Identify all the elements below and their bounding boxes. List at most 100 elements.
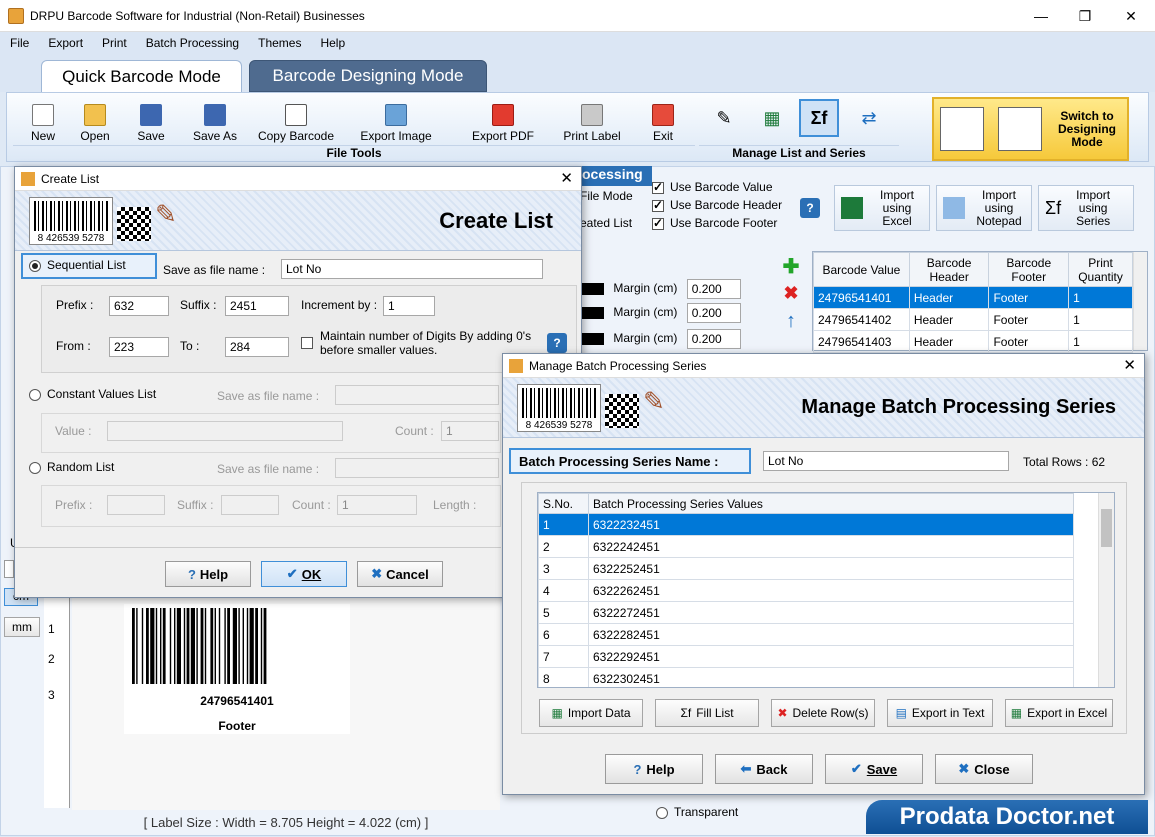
save-as-input[interactable]: Lot No [281,259,543,279]
table-row[interactable]: 24796541403 Header Footer 1 [813,330,1133,353]
create-list-help-button[interactable]: ? Help [165,561,251,587]
import-notepad-button[interactable]: Import using Notepad [936,185,1032,231]
table-row[interactable]: 8 6322302451 [538,667,1074,687]
table-row[interactable]: 1 6322232451 [538,513,1074,536]
margin-input-2[interactable]: 0.200 [686,303,741,323]
table-row[interactable]: 6 6322282451 [538,623,1074,646]
table-row[interactable]: 3 6322252451 [538,557,1074,580]
value-input[interactable] [107,421,343,441]
import-data-button[interactable]: ▦ Import Data [539,699,643,727]
tab-barcode-designing-mode[interactable]: Barcode Designing Mode [249,60,487,92]
mbps-close-x-button[interactable]: ✕ [1123,356,1136,374]
transparent-radio[interactable]: Transparent [656,805,738,819]
minimize-button[interactable]: — [1018,0,1064,32]
delete-rows-button[interactable]: ✖ Delete Row(s) [771,699,875,727]
col-print-quantity[interactable]: Print Quantity [1068,252,1133,287]
import-excel-button[interactable]: Import using Excel [834,185,930,231]
table-row[interactable]: 7 6322292451 [538,645,1074,668]
save-button[interactable]: Save [129,97,173,143]
add-row-icon[interactable]: ✚ [778,254,804,279]
mbps-close-button[interactable]: ✖ Close [935,754,1033,784]
constant-save-as-input[interactable] [335,385,499,405]
create-list-cancel-button[interactable]: ✖ Cancel [357,561,443,587]
suffix-input[interactable]: 2451 [225,296,289,316]
open-button[interactable]: Open [73,97,117,143]
constant-count-input[interactable]: 1 [441,421,499,441]
col-barcode-header[interactable]: Barcode Header [908,252,990,287]
use-barcode-header-checkbox[interactable]: Use Barcode Header [652,198,782,212]
constant-save-as-label: Save as file name : [217,389,320,403]
menu-help[interactable]: Help [310,36,354,50]
tab-quick-barcode-mode[interactable]: Quick Barcode Mode [41,60,242,92]
maximize-button[interactable]: ❐ [1062,0,1108,32]
export-excel-button[interactable]: ▦ Export in Excel [1005,699,1113,727]
mbps-save-button[interactable]: ✔ Save [825,754,923,784]
random-count-input[interactable]: 1 [337,495,417,515]
series-name-input[interactable]: Lot No [763,451,1009,471]
menu-print[interactable]: Print [92,36,136,50]
col-barcode-value[interactable]: Barcode Value [813,252,910,287]
table-row[interactable]: 24796541402 Header Footer 1 [813,308,1133,331]
save-as-button[interactable]: Save As [187,97,243,143]
random-list-radio[interactable]: Random List [29,460,114,474]
series-scrollbar[interactable] [1098,493,1114,687]
use-barcode-value-checkbox[interactable]: Use Barcode Value [652,180,773,194]
random-prefix-input[interactable] [107,495,165,515]
from-input[interactable]: 223 [109,337,169,357]
new-button[interactable]: New [21,97,65,143]
import-series-button[interactable]: Σf Import using Series [1038,185,1134,231]
table-row[interactable]: 24796541401 Header Footer 1 [813,286,1133,309]
fill-list-button[interactable]: Σf Fill List [655,699,759,727]
unit-toggle[interactable] [4,560,14,578]
export-image-button[interactable]: Export Image [351,97,441,143]
close-button[interactable]: ✕ [1108,0,1154,32]
create-list-ok-button[interactable]: ✔ OK [261,561,347,587]
maintain-digits-checkbox[interactable] [301,335,319,349]
constant-values-radio[interactable]: Constant Values List [29,387,156,401]
move-up-icon[interactable]: ↑ [778,310,804,333]
menu-batch-processing[interactable]: Batch Processing [136,36,248,50]
mbps-back-button[interactable]: ⬅ Back [715,754,813,784]
col-barcode-footer[interactable]: Barcode Footer [988,252,1070,287]
switch-designing-mode-button[interactable]: Switch to Designing Mode [932,97,1129,161]
color-swatch[interactable] [582,283,604,295]
mbps-help-button[interactable]: ? Help [605,754,703,784]
prefix-input[interactable]: 632 [109,296,169,316]
series-button[interactable]: Σf [799,99,839,137]
scroll-thumb[interactable] [1101,509,1112,547]
random-suffix-input[interactable] [221,495,279,515]
table-row[interactable]: 4 6322262451 [538,579,1074,602]
col-series-values[interactable]: Batch Processing Series Values [588,493,1074,514]
barcode-bar [141,608,144,684]
color-swatch[interactable] [582,333,604,345]
col-sno[interactable]: S.No. [538,493,589,514]
sequential-list-radio[interactable]: Sequential List [21,253,157,279]
menu-export[interactable]: Export [38,36,92,50]
barcode-label[interactable]: 24796541401 Footer [124,604,350,734]
help-icon[interactable]: ? [547,333,567,353]
increment-input[interactable]: 1 [383,296,435,316]
copy-barcode-button[interactable]: Copy Barcode [251,97,341,143]
swap-button[interactable]: ⇄ [849,99,889,137]
edit-list-button[interactable]: ✎ [704,99,744,137]
unit-mm-button[interactable]: mm [4,617,40,637]
menu-file[interactable]: File [0,36,38,50]
margin-input-1[interactable]: 0.200 [686,279,741,299]
table-scrollbar[interactable] [1133,252,1147,350]
export-text-button[interactable]: ▤ Export in Text [887,699,993,727]
random-save-as-input[interactable] [335,458,499,478]
color-swatch[interactable] [582,307,604,319]
table-row[interactable]: 2 6322242451 [538,535,1074,558]
exit-button[interactable]: Exit [643,97,683,143]
print-label-button[interactable]: Print Label [557,97,627,143]
help-icon[interactable]: ? [800,198,820,218]
create-list-close-button[interactable]: ✕ [560,169,573,187]
to-input[interactable]: 284 [225,337,289,357]
use-barcode-footer-checkbox[interactable]: Use Barcode Footer [652,216,777,230]
delete-row-icon[interactable]: ✖ [778,283,804,304]
menu-themes[interactable]: Themes [248,36,310,50]
export-pdf-button[interactable]: Export PDF [465,97,541,143]
excel-list-button[interactable]: ▦ [752,99,792,137]
margin-input-3[interactable]: 0.200 [686,329,741,349]
table-row[interactable]: 5 6322272451 [538,601,1074,624]
